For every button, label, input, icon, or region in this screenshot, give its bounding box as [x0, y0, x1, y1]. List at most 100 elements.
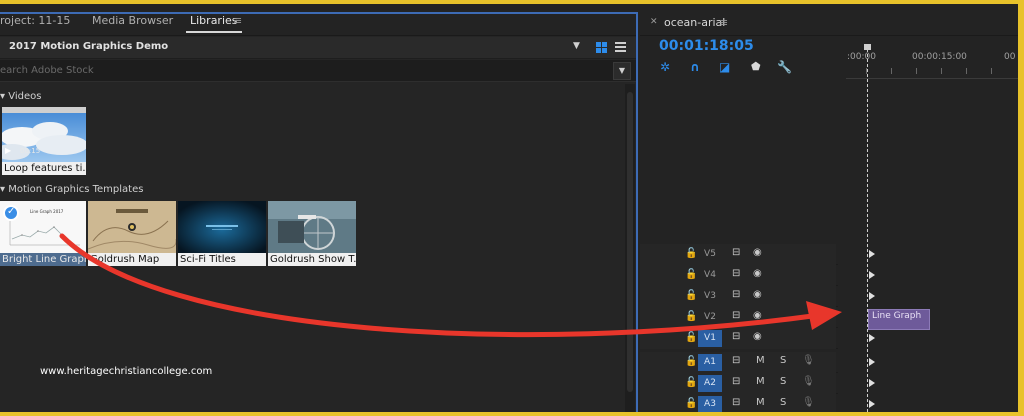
panel-menu-icon[interactable]: ≡: [233, 14, 242, 27]
collapse-icon[interactable]: ▾: [0, 184, 8, 195]
track-label[interactable]: A3: [698, 396, 722, 412]
sync-lock-icon[interactable]: ⊟: [732, 397, 740, 408]
track-v2[interactable]: 🔓 V2 ⊟ ◉: [640, 307, 1018, 328]
panel-scrollbar[interactable]: [625, 84, 635, 412]
track-v1[interactable]: 🔓 V1 ⊟ ◉: [640, 328, 1018, 349]
sync-lock-icon[interactable]: ⊟: [732, 310, 740, 321]
eye-icon[interactable]: ◉: [753, 247, 762, 258]
track-content[interactable]: [838, 394, 1018, 412]
track-a1[interactable]: 🔓 A1 ⊟ M S 🎙: [640, 352, 1018, 373]
track-label[interactable]: V2: [698, 309, 722, 326]
track-content[interactable]: [838, 265, 1018, 286]
microphone-icon[interactable]: 🎙: [802, 397, 815, 408]
panel-menu-icon[interactable]: ≡: [719, 16, 728, 29]
video-duration: 00:15: [20, 147, 41, 155]
show-titles-preview-image: [268, 201, 356, 253]
track-header: 🔓 V3 ⊟ ◉: [640, 286, 836, 307]
snap-icon[interactable]: ✲: [660, 60, 670, 74]
mute-button[interactable]: M: [756, 397, 765, 408]
grid-view-icon[interactable]: [596, 42, 607, 53]
add-marker-icon[interactable]: ◪: [719, 60, 730, 74]
mute-button[interactable]: M: [756, 355, 765, 366]
chevron-down-icon[interactable]: ▼: [573, 41, 580, 51]
time-ruler[interactable]: :00:00 00:00:15:00 00: [846, 38, 1018, 79]
watermark-text: www.heritagechristiancollege.com: [40, 366, 213, 377]
sync-lock-icon[interactable]: ⊟: [732, 376, 740, 387]
tab-project[interactable]: roject: 11-15: [0, 14, 70, 27]
lock-icon[interactable]: 🔓: [685, 377, 697, 388]
template-thumbnail-line-graph[interactable]: Line Graph 2017 ✓ Bright Line Graph: [0, 201, 86, 266]
eye-icon[interactable]: ◉: [753, 289, 762, 300]
stock-search-input[interactable]: earch Adobe Stock ▼: [0, 60, 636, 82]
timeline-clip-line-graph[interactable]: Line Graph: [868, 309, 930, 330]
marker-icon[interactable]: ⬟: [751, 60, 761, 73]
track-label[interactable]: V3: [698, 288, 722, 305]
play-icon[interactable]: ▶: [5, 146, 11, 155]
library-selector[interactable]: 2017 Motion Graphics Demo ▼: [0, 37, 636, 59]
eye-icon[interactable]: ◉: [753, 268, 762, 279]
scrollbar-thumb[interactable]: [627, 92, 633, 392]
linked-selection-icon[interactable]: ∩: [690, 60, 700, 74]
lock-icon[interactable]: 🔓: [685, 311, 697, 322]
track-v3[interactable]: 🔓 V3 ⊟ ◉: [640, 286, 1018, 307]
track-label[interactable]: A2: [698, 375, 722, 392]
sync-lock-icon[interactable]: ⊟: [732, 355, 740, 366]
solo-button[interactable]: S: [780, 355, 786, 366]
track-content[interactable]: [838, 328, 1018, 349]
track-v4[interactable]: 🔓 V4 ⊟ ◉: [640, 265, 1018, 286]
ruler-label: 00:00:15:00: [912, 52, 967, 62]
svg-text:Line Graph 2017: Line Graph 2017: [30, 209, 64, 214]
template-thumbnail-goldrush-show[interactable]: Goldrush Show T...: [268, 201, 356, 266]
microphone-icon[interactable]: 🎙: [802, 355, 815, 366]
track-header: 🔓 V4 ⊟ ◉: [640, 265, 836, 286]
eye-icon[interactable]: ◉: [753, 331, 762, 342]
sync-lock-icon[interactable]: ⊟: [732, 268, 740, 279]
lock-icon[interactable]: 🔓: [685, 290, 697, 301]
playhead-timecode[interactable]: 00:01:18:05: [659, 38, 754, 54]
lock-icon[interactable]: 🔓: [685, 356, 697, 367]
track-content[interactable]: [838, 373, 1018, 394]
wrench-icon[interactable]: 🔧: [777, 60, 792, 74]
playhead-marker: [869, 334, 875, 342]
track-label[interactable]: A1: [698, 354, 722, 371]
track-v5[interactable]: 🔓 V5 ⊟ ◉: [640, 244, 1018, 265]
list-view-icon[interactable]: [615, 42, 626, 53]
tab-libraries[interactable]: Libraries: [190, 14, 238, 27]
track-content[interactable]: [838, 286, 1018, 307]
mute-button[interactable]: M: [756, 376, 765, 387]
sync-lock-icon[interactable]: ⊟: [732, 331, 740, 342]
selected-check-icon[interactable]: ✓: [3, 205, 19, 221]
track-content[interactable]: [838, 244, 1018, 265]
solo-button[interactable]: S: [780, 397, 786, 408]
lock-icon[interactable]: 🔓: [685, 398, 697, 409]
track-a3[interactable]: 🔓 A3 ⊟ M S 🎙: [640, 394, 1018, 412]
track-header: 🔓 V5 ⊟ ◉: [640, 244, 836, 265]
template-thumbnail-scifi-titles[interactable]: Sci-Fi Titles: [178, 201, 266, 266]
track-header: 🔓 A2 ⊟ M S 🎙: [640, 373, 836, 394]
lock-icon[interactable]: 🔓: [685, 269, 697, 280]
sync-lock-icon[interactable]: ⊟: [732, 289, 740, 300]
playhead-line[interactable]: [867, 49, 868, 412]
sync-lock-icon[interactable]: ⊟: [732, 247, 740, 258]
solo-button[interactable]: S: [780, 376, 786, 387]
collapse-icon[interactable]: ▾: [0, 91, 8, 102]
search-dropdown-icon[interactable]: ▼: [613, 62, 631, 80]
track-content[interactable]: [838, 352, 1018, 373]
track-header: 🔓 V1 ⊟ ◉: [640, 328, 836, 349]
close-icon[interactable]: ✕: [650, 17, 658, 27]
track-label[interactable]: V5: [698, 246, 722, 263]
microphone-icon[interactable]: 🎙: [802, 376, 815, 387]
video-thumbnail[interactable]: ▶ 00:15 Loop features ti...: [2, 107, 86, 175]
track-header: 🔓 A1 ⊟ M S 🎙: [640, 352, 836, 373]
lock-icon[interactable]: 🔓: [685, 248, 697, 259]
section-videos-label[interactable]: ▾ Videos: [0, 91, 41, 102]
track-a2[interactable]: 🔓 A2 ⊟ M S 🎙: [640, 373, 1018, 394]
tab-media-browser[interactable]: Media Browser: [92, 14, 173, 27]
sequence-tab[interactable]: ocean-arial: [664, 16, 725, 29]
lock-icon[interactable]: 🔓: [685, 332, 697, 343]
eye-icon[interactable]: ◉: [753, 310, 762, 321]
template-thumbnail-goldrush-map[interactable]: Goldrush Map: [88, 201, 176, 266]
section-templates-label[interactable]: ▾ Motion Graphics Templates: [0, 184, 143, 195]
track-label[interactable]: V4: [698, 267, 722, 284]
track-label[interactable]: V1: [698, 330, 722, 347]
